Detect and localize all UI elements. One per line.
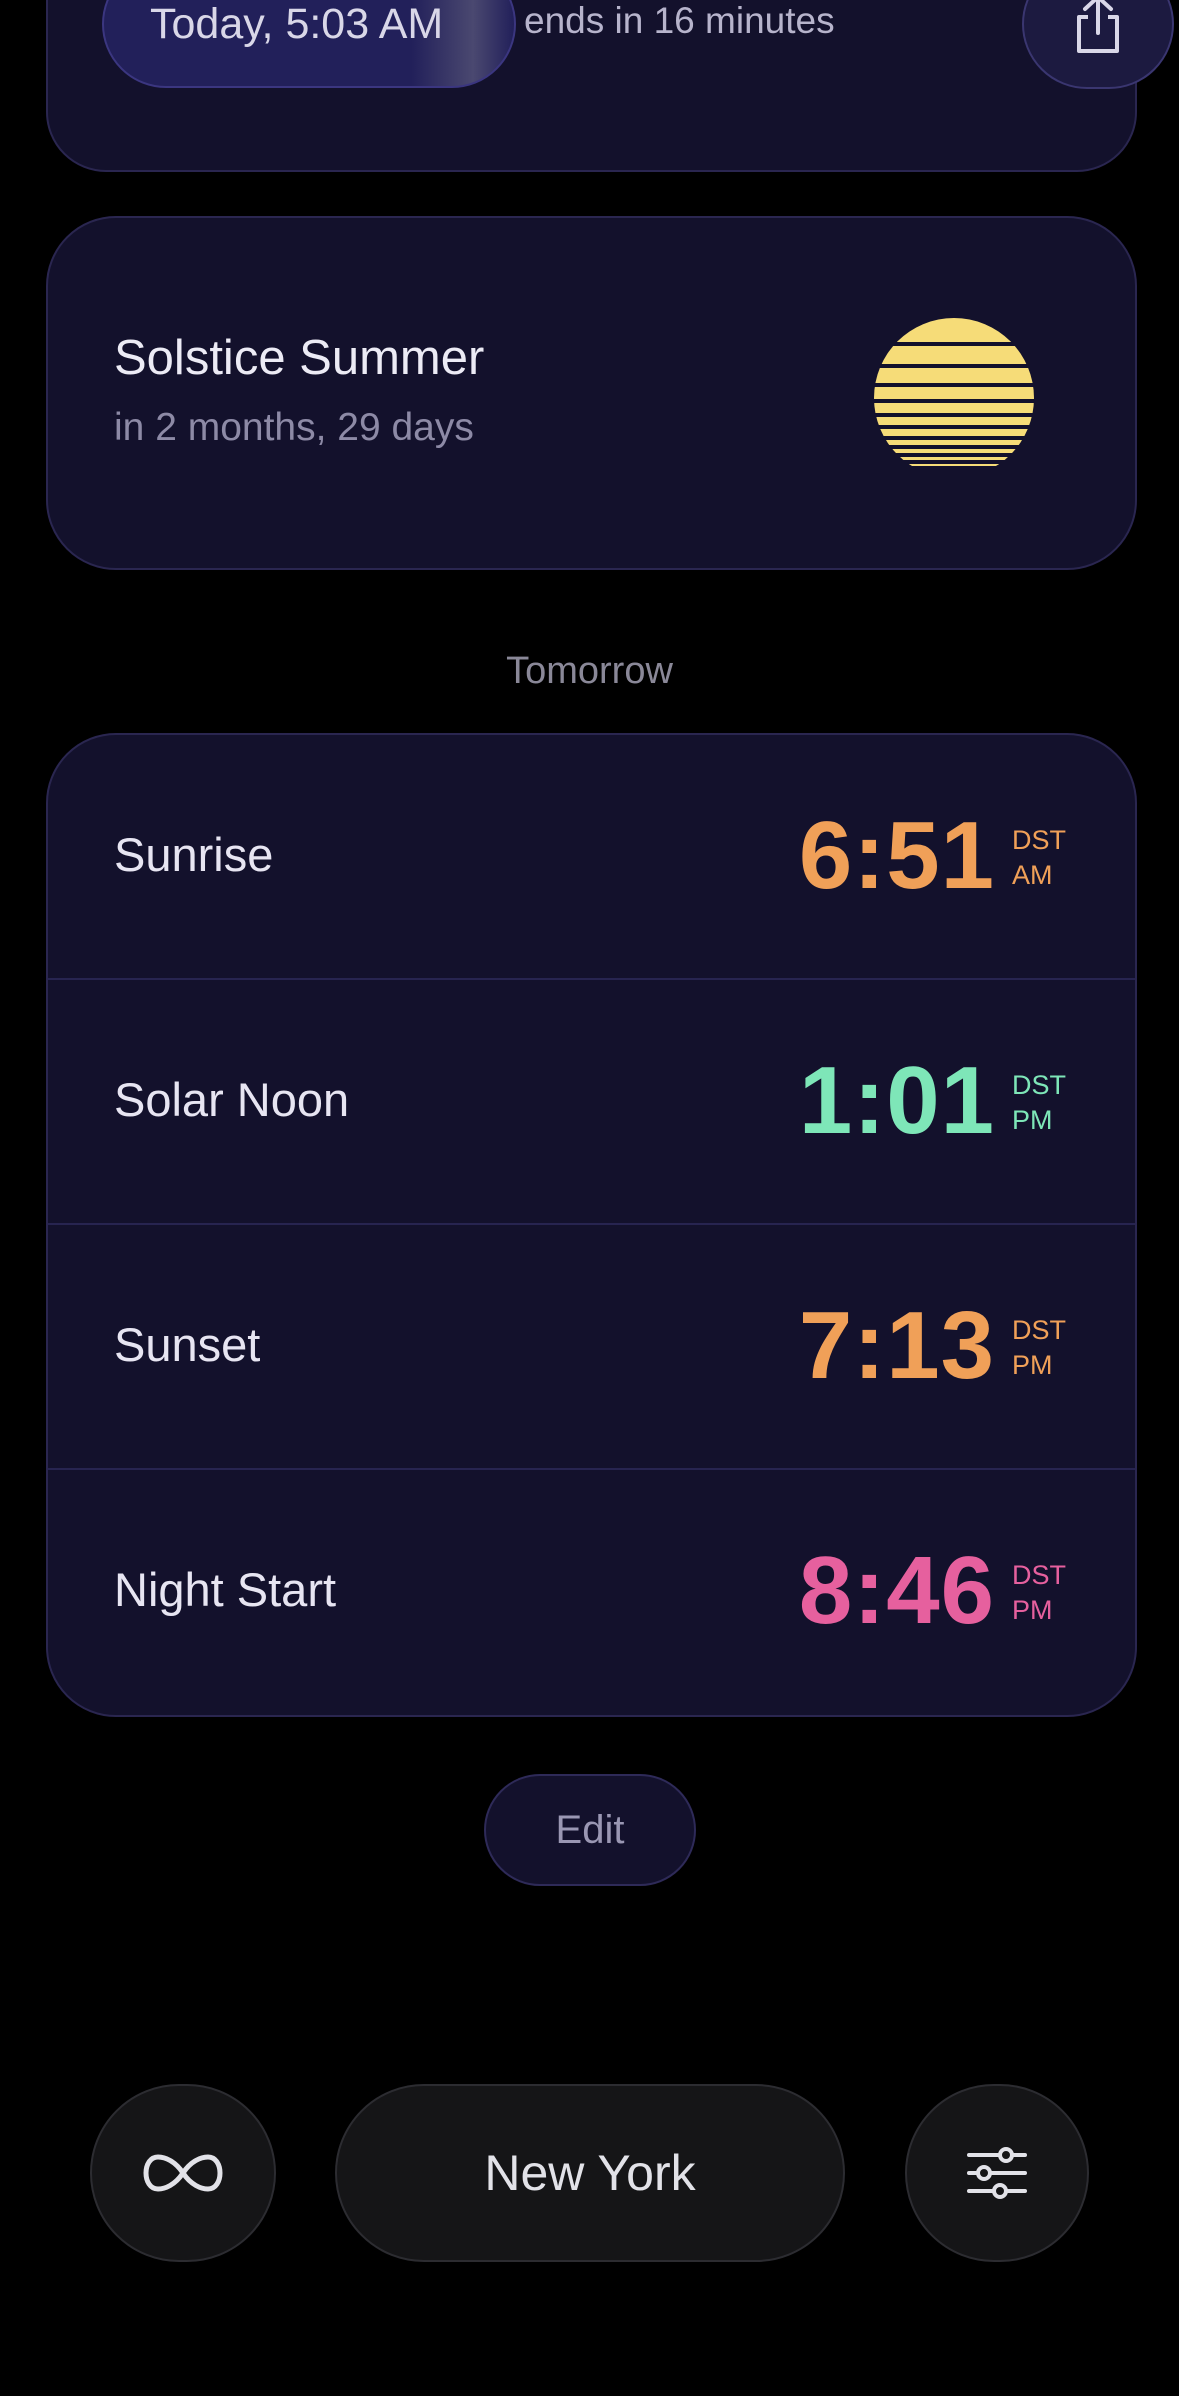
edit-button[interactable]: Edit [484,1774,696,1886]
time-row-meta: DST PM [1012,1068,1066,1138]
time-row-label: Solar Noon [114,1073,350,1126]
sun-icon [874,318,1034,466]
time-row-label: Night Start [114,1563,337,1616]
share-button[interactable] [1022,0,1174,89]
time-row-night-start[interactable]: Night Start 8:46 DST PM [48,1470,1135,1715]
time-ampm-label: PM [1012,1595,1053,1625]
time-ampm-label: AM [1012,860,1053,890]
city-button[interactable]: New York [335,2084,845,2262]
time-row-sunset[interactable]: Sunset 7:13 DST PM [48,1225,1135,1470]
share-icon [1077,0,1119,53]
sliders-icon [967,2147,1027,2199]
time-row-label: Sunrise [114,828,274,881]
time-ampm-label: PM [1012,1350,1053,1380]
section-label-tomorrow: Tomorrow [506,650,673,692]
infinity-icon [143,2154,223,2192]
time-row-solar-noon[interactable]: Solar Noon 1:01 DST PM [48,980,1135,1225]
time-row-value: 1:01 [798,1047,995,1154]
current-time-card: Today, 5:03 AM ends in 16 minutes [46,0,1174,172]
time-row-value: 7:13 [798,1292,995,1399]
time-row-value: 8:46 [798,1537,995,1644]
time-zone-label: DST [1012,825,1066,855]
current-time-pill[interactable]: Today, 5:03 AM [102,0,516,88]
time-row-meta: DST PM [1012,1558,1066,1628]
infinity-button[interactable] [90,2084,276,2262]
event-countdown: in 2 months, 29 days [114,406,474,449]
time-row-sunrise[interactable]: Sunrise 6:51 DST AM [48,735,1135,980]
sun-times-card: Sunrise 6:51 DST AM Solar Noon 1:01 DST … [46,733,1137,1717]
time-zone-label: DST [1012,1560,1066,1590]
time-row-label: Sunset [114,1318,261,1371]
solstice-card[interactable]: Solstice Summer in 2 months, 29 days [46,216,1137,570]
time-zone-label: DST [1012,1070,1066,1100]
time-zone-label: DST [1012,1315,1066,1345]
time-row-meta: DST PM [1012,1313,1066,1383]
ends-in-text: ends in 16 minutes [524,0,835,41]
time-row-meta: DST AM [1012,823,1066,893]
time-ampm-label: PM [1012,1105,1053,1135]
time-row-value: 6:51 [798,802,995,909]
settings-button[interactable] [905,2084,1089,2262]
event-title: Solstice Summer [114,331,485,385]
